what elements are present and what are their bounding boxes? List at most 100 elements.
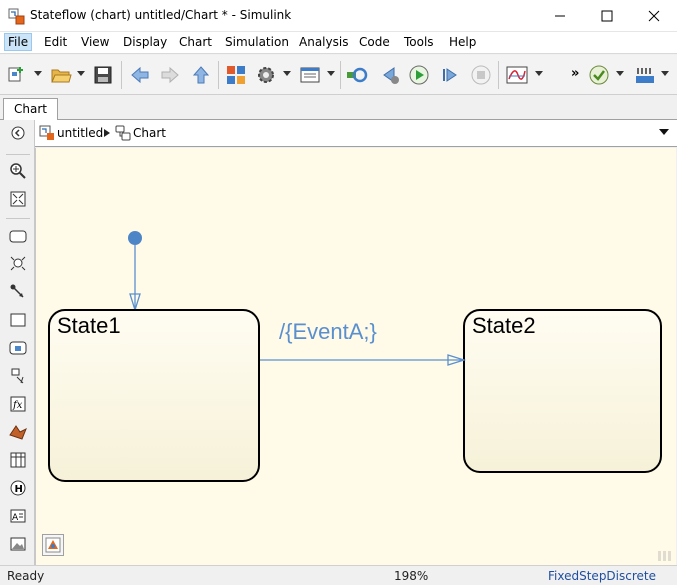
truth-table-button[interactable]	[8, 450, 28, 470]
tab-strip: Chart	[0, 96, 677, 120]
window-title: Stateflow (chart) untitled/Chart * - Sim…	[30, 8, 292, 22]
up-arrow-icon	[192, 66, 210, 84]
minimize-icon	[555, 15, 565, 16]
stateflow-app-icon	[8, 7, 26, 25]
step-forward-icon	[443, 68, 457, 82]
forward-arrow-icon	[161, 66, 179, 84]
menu-analysis[interactable]: Analysis	[299, 35, 348, 49]
open-button[interactable]	[49, 63, 73, 87]
history-junction-icon: H	[10, 480, 26, 496]
back-button[interactable]	[128, 63, 152, 87]
state1-label[interactable]: State1	[57, 313, 121, 339]
chevron-down-icon[interactable]	[659, 129, 669, 136]
default-transition-tool-button[interactable]	[8, 254, 28, 274]
menu-chart[interactable]: Chart	[179, 35, 212, 49]
step-back-button[interactable]	[377, 63, 401, 87]
menu-display[interactable]: Display	[123, 35, 167, 49]
menu-code[interactable]: Code	[359, 35, 390, 49]
close-button[interactable]	[631, 0, 677, 31]
title-bar: Stateflow (chart) untitled/Chart * - Sim…	[0, 0, 677, 32]
step-forward-button[interactable]	[437, 63, 461, 87]
minimize-button[interactable]	[537, 0, 583, 31]
connective-junction-icon	[10, 284, 24, 298]
box-tool-icon	[10, 313, 26, 327]
stop-button[interactable]	[469, 63, 493, 87]
breadcrumb: untitled Chart	[35, 120, 677, 147]
menu-view[interactable]: View	[81, 35, 109, 49]
transition-label[interactable]: /{EventA;}	[279, 319, 377, 345]
forward-button[interactable]	[158, 63, 182, 87]
chart-diagram	[48, 231, 662, 482]
close-icon	[648, 10, 660, 21]
new-model-button[interactable]	[5, 63, 29, 87]
resize-grip-icon[interactable]	[656, 549, 674, 563]
new-model-dropdown-icon[interactable]	[34, 71, 42, 77]
box-tool-button[interactable]	[8, 310, 28, 330]
zoom-in-button[interactable]	[8, 161, 28, 181]
default-transition-dot[interactable]	[128, 231, 142, 245]
sample-time-button[interactable]	[633, 63, 657, 87]
history-junction-button[interactable]: H	[8, 478, 28, 498]
menu-simulation[interactable]: Simulation	[225, 35, 289, 49]
menu-edit[interactable]: Edit	[44, 35, 67, 49]
more-chevron-icon[interactable]: »	[571, 66, 579, 81]
fit-to-view-button[interactable]	[8, 189, 28, 209]
explore-button[interactable]	[42, 534, 64, 556]
model-explorer-button[interactable]	[298, 63, 322, 87]
open-dropdown-icon[interactable]	[77, 71, 85, 77]
model-explorer-dropdown-icon[interactable]	[327, 71, 335, 77]
menu-bar: File Edit View Display Chart Simulation …	[0, 32, 677, 54]
open-folder-icon	[51, 69, 72, 83]
menu-tools[interactable]: Tools	[404, 35, 434, 49]
maximize-icon	[601, 10, 613, 21]
toolbar-separator	[340, 61, 341, 89]
graphical-function-icon: fx	[10, 396, 26, 412]
save-button[interactable]	[91, 63, 115, 87]
step-back-icon	[383, 67, 399, 84]
annotation-tool-button[interactable]: A	[8, 506, 28, 526]
stop-icon	[471, 65, 491, 85]
simulink-function-button[interactable]	[8, 366, 28, 386]
state-tool-button[interactable]	[8, 226, 28, 246]
state2-label[interactable]: State2	[472, 313, 536, 339]
model-advisor-dropdown-icon[interactable]	[616, 71, 624, 77]
palette-separator	[6, 154, 30, 155]
image-tool-button[interactable]	[8, 534, 28, 554]
svg-text:A: A	[12, 513, 19, 523]
model-advisor-button[interactable]	[587, 63, 611, 87]
update-diagram-button[interactable]	[345, 63, 369, 87]
scope-button[interactable]	[505, 63, 529, 87]
up-button[interactable]	[189, 63, 213, 87]
model-settings-dropdown-icon[interactable]	[283, 71, 291, 77]
simulink-model-icon	[39, 125, 54, 140]
library-browser-button[interactable]	[224, 63, 248, 87]
tab-chart[interactable]: Chart	[3, 98, 58, 120]
connective-junction-button[interactable]	[8, 282, 28, 302]
menu-file[interactable]: File	[4, 33, 33, 51]
menu-help[interactable]: Help	[449, 35, 476, 49]
scope-dropdown-icon[interactable]	[535, 71, 543, 77]
image-tool-icon	[10, 537, 26, 551]
run-button[interactable]	[407, 63, 431, 87]
back-arrow-icon	[131, 66, 149, 84]
chart-canvas[interactable]: State1 State2 /{EventA;}	[35, 148, 676, 565]
svg-text:H: H	[15, 484, 23, 495]
breadcrumb-item-untitled[interactable]: untitled	[39, 125, 103, 141]
fit-to-view-icon	[10, 191, 26, 207]
sample-time-dropdown-icon[interactable]	[661, 71, 669, 77]
model-explorer-icon	[300, 67, 320, 83]
matlab-function-button[interactable]	[8, 422, 28, 442]
svg-text:fx: fx	[12, 400, 23, 411]
matlab-function-icon	[9, 425, 27, 440]
stateflow-chart-icon	[115, 125, 131, 141]
simulink-state-icon	[9, 341, 27, 355]
breadcrumb-item-chart[interactable]: Chart	[115, 125, 166, 141]
hide-palette-button[interactable]	[8, 123, 28, 143]
breadcrumb-label-untitled: untitled	[57, 126, 104, 140]
graphical-function-button[interactable]: fx	[8, 394, 28, 414]
solver-link[interactable]: FixedStepDiscrete	[548, 569, 656, 583]
model-settings-button[interactable]	[254, 63, 278, 87]
sample-time-icon	[636, 68, 654, 83]
simulink-state-button[interactable]	[8, 338, 28, 358]
maximize-button[interactable]	[584, 0, 630, 31]
